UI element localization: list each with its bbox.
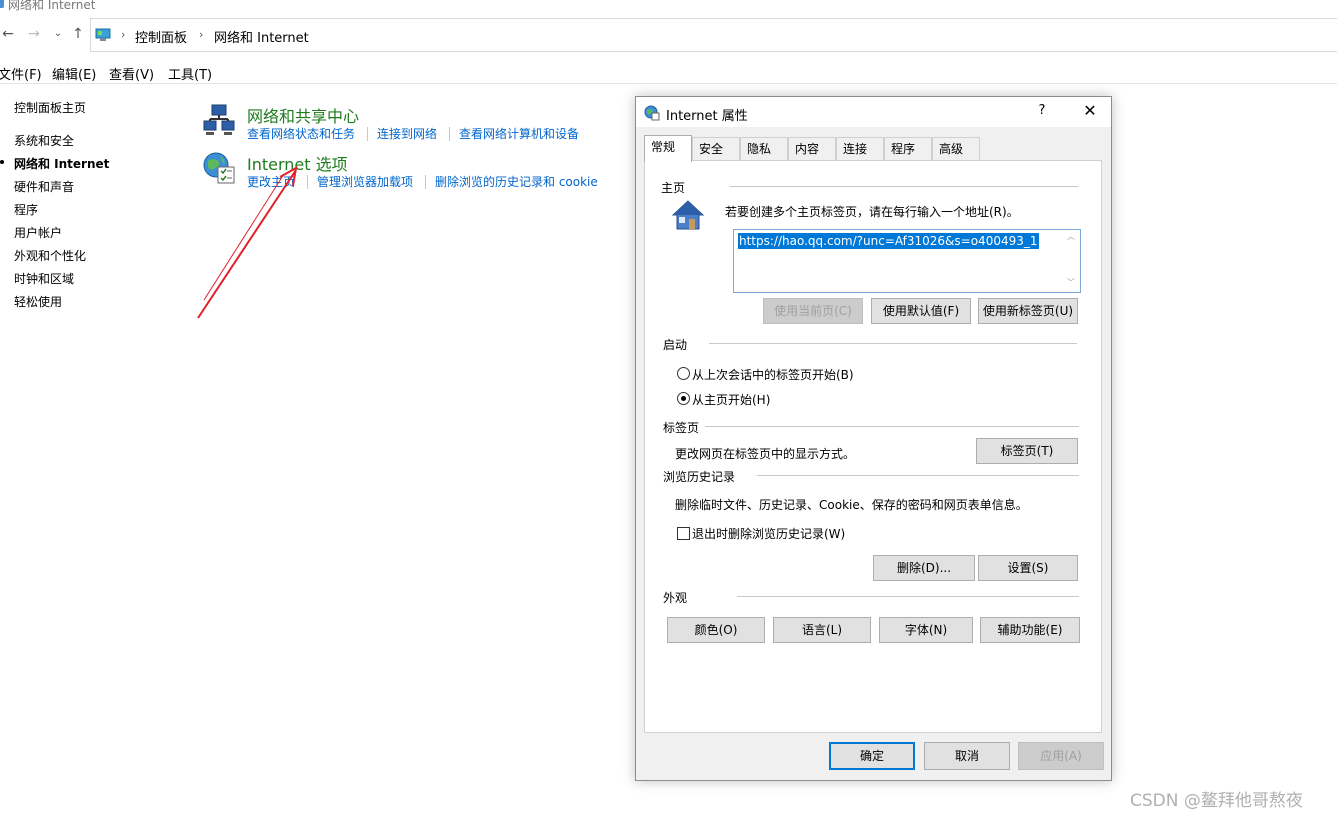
history-group-label: 浏览历史记录 <box>663 470 736 484</box>
control-panel-icon <box>0 0 4 8</box>
menu-tools[interactable]: 工具(T) <box>168 64 212 83</box>
radio-start-with-last-session-label[interactable]: 从上次会话中的标签页开始(B) <box>692 366 854 383</box>
apply-button[interactable]: 应用(A) <box>1018 742 1104 770</box>
category-title-internet-options[interactable]: Internet 选项 <box>247 151 348 175</box>
link-manage-addons[interactable]: 管理浏览器加载项 <box>317 173 413 190</box>
forward-arrow-icon[interactable]: → <box>26 26 42 42</box>
tab-privacy[interactable]: 隐私 <box>740 137 788 161</box>
network-sharing-icon <box>203 104 235 135</box>
homepage-url-selected-text: https://hao.qq.com/?unc=Af31026&s=o40049… <box>738 233 1039 249</box>
scroll-down-chevron-icon[interactable]: ﹀ <box>1063 277 1079 289</box>
colors-button[interactable]: 颜色(O) <box>667 617 765 643</box>
close-icon[interactable]: ✕ <box>1080 101 1100 121</box>
window-title: 网络和 Internet <box>0 0 200 14</box>
group-divider <box>705 426 1079 427</box>
internet-globe-icon <box>644 105 660 121</box>
homepage-url-textarea[interactable]: https://hao.qq.com/?unc=Af31026&s=o40049… <box>733 229 1081 293</box>
current-item-bullet-icon <box>0 160 4 164</box>
startup-group-label: 启动 <box>663 338 688 352</box>
link-view-network-computers[interactable]: 查看网络计算机和设备 <box>459 125 579 142</box>
radio-start-with-last-session[interactable] <box>677 367 690 380</box>
sidebar-item-clock-region[interactable]: 时钟和区域 <box>14 270 74 287</box>
sidebar-item-ease-of-access[interactable]: 轻松使用 <box>14 293 62 310</box>
tab-content[interactable]: 内容 <box>788 137 836 161</box>
recent-locations-chevron-icon[interactable]: ⌄ <box>50 26 66 42</box>
homepage-description: 若要创建多个主页标签页，请在每行输入一个地址(R)。 <box>725 205 1019 219</box>
dialog-titlebar[interactable]: Internet 属性 ? ✕ <box>636 97 1111 127</box>
ok-button[interactable]: 确定 <box>829 742 915 770</box>
history-settings-button[interactable]: 设置(S) <box>978 555 1078 581</box>
chevron-right-icon: › <box>121 28 126 41</box>
radio-start-with-homepage-label[interactable]: 从主页开始(H) <box>692 391 770 408</box>
tab-general[interactable]: 常规 <box>644 135 692 162</box>
menu-view[interactable]: 查看(V) <box>109 64 154 83</box>
sidebar-item-hardware-sound[interactable]: 硬件和声音 <box>14 178 74 195</box>
group-divider <box>730 186 1078 187</box>
internet-options-icon <box>203 152 235 184</box>
menu-edit[interactable]: 编辑(E) <box>52 64 96 83</box>
navigation-bar: ← → ⌄ ↑ › 控制面板 › 网络和 Internet <box>0 18 1337 52</box>
tab-connections[interactable]: 连接 <box>836 137 884 161</box>
sidebar-item-programs[interactable]: 程序 <box>14 201 38 218</box>
link-divider <box>449 127 450 141</box>
sidebar-item-system-security[interactable]: 系统和安全 <box>14 132 74 149</box>
tab-programs[interactable]: 程序 <box>884 137 932 161</box>
menu-bar: 文件(F) 编辑(E) 查看(V) 工具(T) <box>0 60 1337 84</box>
chevron-right-icon: › <box>199 28 204 41</box>
up-arrow-icon[interactable]: ↑ <box>70 26 86 42</box>
group-divider <box>737 596 1079 597</box>
sidebar-item-user-accounts[interactable]: 用户帐户 <box>14 224 62 241</box>
textarea-scrollbar[interactable]: ︿ ﹀ <box>1063 231 1079 291</box>
menu-file[interactable]: 文件(F) <box>0 64 42 83</box>
sidebar-item-home[interactable]: 控制面板主页 <box>14 99 86 116</box>
radio-start-with-homepage[interactable] <box>677 392 690 405</box>
tab-security[interactable]: 安全 <box>692 137 740 161</box>
languages-button[interactable]: 语言(L) <box>773 617 871 643</box>
watermark: CSDN @鳌拜他哥熬夜 <box>1130 791 1303 811</box>
fonts-button[interactable]: 字体(N) <box>879 617 973 643</box>
link-view-network-status[interactable]: 查看网络状态和任务 <box>247 125 355 142</box>
tabs-settings-button[interactable]: 标签页(T) <box>976 438 1078 464</box>
home-icon <box>671 200 705 230</box>
internet-properties-dialog: Internet 属性 ? ✕ 常规 安全 隐私 内容 连接 程序 高级 主页 … <box>635 96 1112 781</box>
use-default-button[interactable]: 使用默认值(F) <box>871 298 971 324</box>
link-connect-to-network[interactable]: 连接到网络 <box>377 125 437 142</box>
dialog-title: Internet 属性 <box>666 109 748 124</box>
delete-history-button[interactable]: 删除(D)... <box>873 555 975 581</box>
group-divider <box>709 343 1077 344</box>
tabs-description: 更改网页在标签页中的显示方式。 <box>675 447 856 461</box>
tab-advanced[interactable]: 高级 <box>932 137 980 161</box>
general-tab-panel: 主页 若要创建多个主页标签页，请在每行输入一个地址(R)。 https://ha… <box>644 160 1102 733</box>
link-delete-history[interactable]: 删除浏览的历史记录和 cookie <box>435 173 598 190</box>
address-bar[interactable]: › 控制面板 › 网络和 Internet <box>90 18 1337 52</box>
delete-history-on-exit-checkbox[interactable] <box>677 527 690 540</box>
appearance-group-label: 外观 <box>663 591 688 605</box>
accessibility-button[interactable]: 辅助功能(E) <box>980 617 1080 643</box>
link-divider <box>425 175 426 189</box>
link-change-homepage[interactable]: 更改主页 <box>247 173 295 190</box>
control-panel-icon <box>95 28 111 41</box>
group-divider <box>757 475 1079 476</box>
use-current-page-button[interactable]: 使用当前页(C) <box>763 298 863 324</box>
cancel-button[interactable]: 取消 <box>924 742 1010 770</box>
back-arrow-icon[interactable]: ← <box>0 26 16 42</box>
delete-history-on-exit-label[interactable]: 退出时删除浏览历史记录(W) <box>692 525 845 542</box>
help-icon[interactable]: ? <box>1034 103 1050 119</box>
scroll-up-chevron-icon[interactable]: ︿ <box>1063 231 1079 243</box>
breadcrumb-network-internet[interactable]: 网络和 Internet <box>214 27 309 46</box>
homepage-group-label: 主页 <box>661 181 686 195</box>
tabs-group-label: 标签页 <box>663 421 700 435</box>
link-divider <box>307 175 308 189</box>
category-title-network-sharing[interactable]: 网络和共享中心 <box>247 103 359 127</box>
sidebar-item-appearance[interactable]: 外观和个性化 <box>14 247 86 264</box>
sidebar-item-network-internet[interactable]: 网络和 Internet <box>14 155 109 172</box>
history-description: 删除临时文件、历史记录、Cookie、保存的密码和网页表单信息。 <box>675 498 1028 512</box>
link-divider <box>367 127 368 141</box>
breadcrumb-control-panel[interactable]: 控制面板 <box>135 27 187 46</box>
window-title-text: 网络和 Internet <box>8 0 96 12</box>
use-new-tab-button[interactable]: 使用新标签页(U) <box>978 298 1078 324</box>
